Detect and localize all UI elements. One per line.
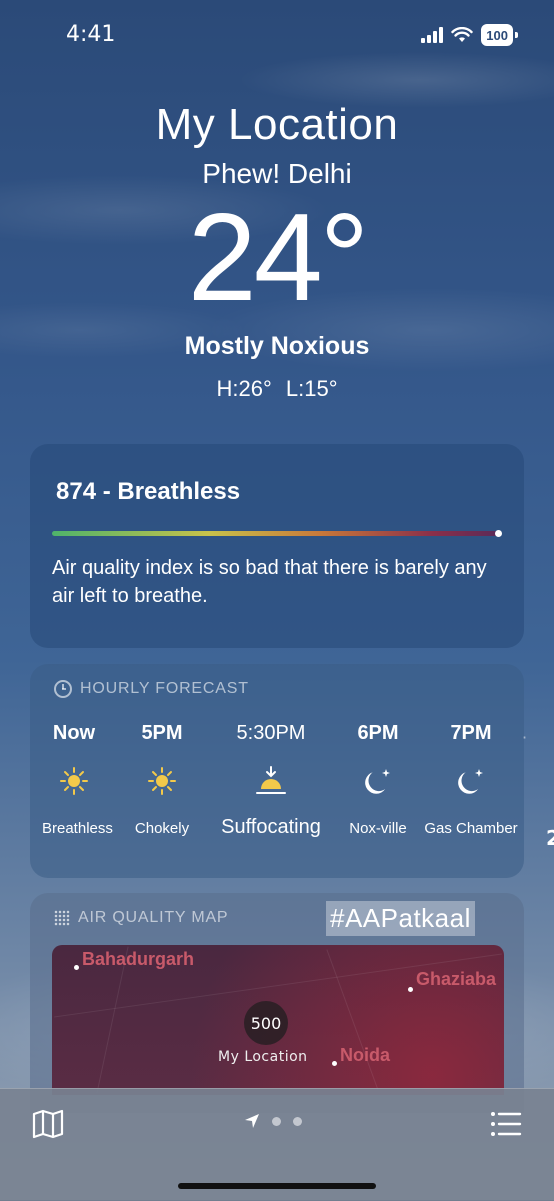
sunset-icon <box>218 764 324 798</box>
hour-item: 5PM Chokely <box>134 722 190 837</box>
air-quality-grid-icon <box>54 910 70 926</box>
location-title: My Location <box>155 100 399 149</box>
location-arrow-icon <box>245 1114 259 1128</box>
high-temp: H:26° <box>216 376 272 401</box>
hour-time: 5:30PM <box>236 722 306 744</box>
air-quality-map[interactable]: Bahadurgarh Ghaziaba Noida 500 My Locati… <box>52 945 504 1095</box>
aqi-title: 874 - Breathless <box>56 478 241 505</box>
moon-stars-icon <box>348 764 408 798</box>
sun-icon <box>44 764 104 798</box>
next-hour-partial: · <box>522 728 528 747</box>
high-low: H:26° L:15° <box>0 376 554 402</box>
current-temperature: 24° <box>187 189 370 327</box>
map-city-label: Bahadurgarh <box>82 949 195 969</box>
air-quality-map-card[interactable]: AIR QUALITY MAP #AAPatkaal Bahadurgarh G… <box>30 893 524 1113</box>
hour-condition: Suffocating <box>221 816 321 838</box>
city-marker <box>74 965 79 970</box>
moon-stars-icon <box>424 764 518 798</box>
bottom-toolbar <box>0 1088 554 1201</box>
hour-condition: Gas Chamber <box>424 820 518 837</box>
page-dot[interactable] <box>272 1116 281 1126</box>
air-quality-map-heading: AIR QUALITY MAP <box>54 909 228 927</box>
status-icons: 100 <box>421 24 518 46</box>
hour-condition: Breathless <box>42 820 113 837</box>
city-marker <box>332 1061 337 1066</box>
hour-time: Now <box>52 722 96 744</box>
air-quality-card[interactable]: 874 - Breathless Air quality index is so… <box>30 444 524 648</box>
aqi-description: Air quality index is so bad that there i… <box>52 557 487 607</box>
map-road <box>326 949 379 1091</box>
next-hour-condition-partial: 2 <box>546 826 554 850</box>
hourly-forecast-label: HOURLY FORECAST <box>80 680 249 697</box>
battery-tip <box>515 32 518 38</box>
hour-time: 5PM <box>141 722 183 744</box>
low-temp: L:15° <box>285 376 338 401</box>
my-location-map-label: My Location <box>218 1049 308 1065</box>
hour-item: 6PM Nox-ville <box>348 722 408 837</box>
air-quality-map-label: AIR QUALITY MAP <box>78 909 229 926</box>
map-city-label: Ghaziaba <box>416 969 497 989</box>
wifi-icon <box>451 27 473 42</box>
hourly-forecast-card[interactable]: HOURLY FORECAST Now Breathless 5PM Choke… <box>30 664 554 878</box>
hour-item: 7PM Gas Chamber <box>424 722 518 837</box>
status-time: 4:41 <box>66 22 116 47</box>
hour-item: 5:30PM Suffocating <box>218 722 324 839</box>
hour-time: 6PM <box>357 722 399 744</box>
cellular-signal-icon <box>421 27 444 43</box>
battery-icon: 100 <box>481 24 513 46</box>
weather-condition: Mostly Noxious <box>184 332 370 360</box>
hour-condition: Chokely <box>134 820 190 837</box>
hourly-forecast-heading: HOURLY FORECAST <box>54 680 249 698</box>
aqi-scale-bar <box>52 531 500 536</box>
aqi-map-bubble[interactable]: 500 <box>244 1001 288 1045</box>
hashtag-overlay: #AAPatkaal <box>326 901 475 936</box>
hour-time: 7PM <box>450 722 492 744</box>
home-indicator[interactable] <box>178 1183 376 1189</box>
clock-icon <box>54 680 72 698</box>
sun-icon <box>134 764 190 798</box>
aqi-level-marker <box>495 530 502 537</box>
hour-condition: Nox-ville <box>349 820 407 837</box>
map-icon[interactable] <box>32 1109 64 1139</box>
city-marker <box>408 987 413 992</box>
page-indicator[interactable] <box>244 1113 302 1129</box>
hour-item: Now Breathless <box>42 722 113 837</box>
page-dot[interactable] <box>293 1116 302 1126</box>
map-city-label: Noida <box>340 1045 391 1065</box>
list-icon[interactable] <box>490 1111 522 1137</box>
location-subtitle: Phew! Delhi <box>202 158 352 189</box>
